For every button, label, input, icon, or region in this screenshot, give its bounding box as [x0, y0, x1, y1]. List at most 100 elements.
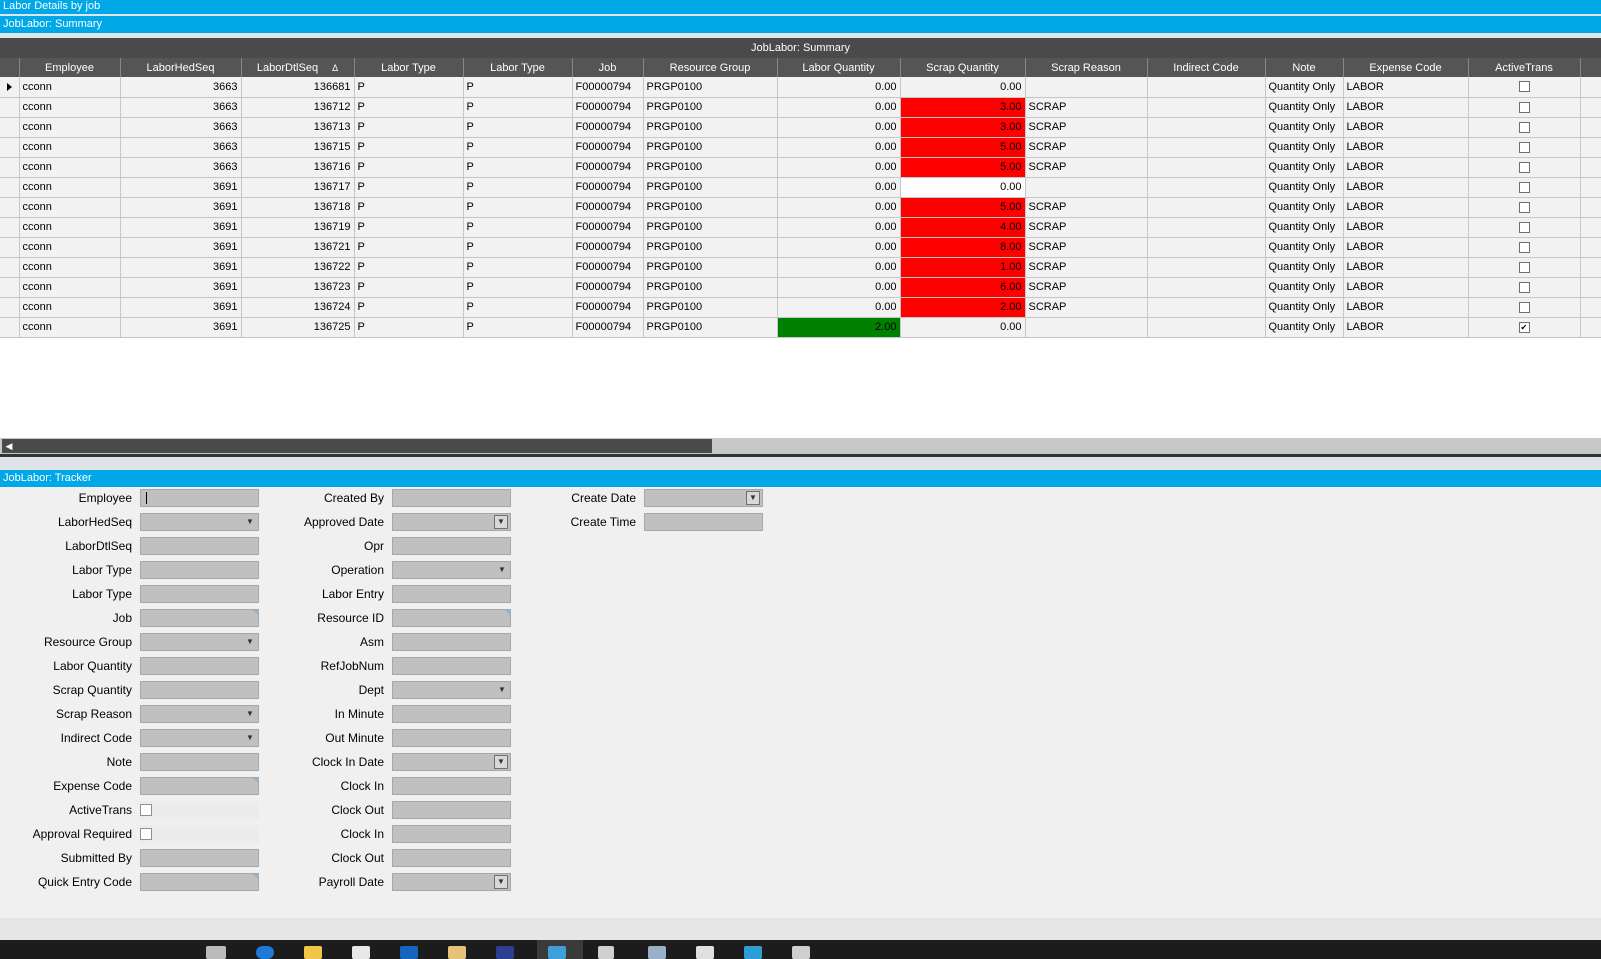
- cell-active-trans[interactable]: [1468, 197, 1581, 218]
- active-trans-checkbox[interactable]: ✔: [1518, 321, 1530, 333]
- cell-scrap-reason[interactable]: SCRAP: [1025, 137, 1148, 158]
- table-row[interactable]: cconn 3663 136716 P P F00000794 PRGP0100 0.00 5.…: [0, 157, 1601, 178]
- cell-job[interactable]: F00000794: [572, 97, 644, 118]
- cell-labor-qty[interactable]: 0.00: [777, 77, 901, 98]
- cell-active-trans[interactable]: ✔: [1468, 317, 1581, 338]
- cell-hedseq[interactable]: 3663: [120, 137, 242, 158]
- cell-labor-type1[interactable]: P: [354, 77, 464, 98]
- cell-scrap-qty[interactable]: 0.00: [900, 317, 1026, 338]
- cell-expense-code[interactable]: LABOR: [1343, 257, 1469, 278]
- field-dropdown[interactable]: ▼: [140, 513, 259, 531]
- cell-dtlseq[interactable]: 136712: [241, 97, 355, 118]
- cell-indirect-code[interactable]: [1147, 297, 1266, 318]
- cell-hedseq[interactable]: 3691: [120, 217, 242, 238]
- dropdown-arrow-icon[interactable]: ▼: [494, 875, 508, 889]
- cell-hedseq[interactable]: 3663: [120, 157, 242, 178]
- cell-dtlseq[interactable]: 136716: [241, 157, 355, 178]
- cell-note[interactable]: Quantity Only: [1265, 257, 1344, 278]
- scroll-left-icon[interactable]: ◀: [2, 438, 16, 454]
- cell-scrap-qty[interactable]: 3.00: [900, 117, 1026, 138]
- cell-scrap-qty[interactable]: 4.00: [900, 217, 1026, 238]
- cell-labor-qty[interactable]: 0.00: [777, 177, 901, 198]
- field-input[interactable]: [392, 705, 511, 723]
- active-trans-checkbox[interactable]: [1518, 81, 1530, 93]
- field-input[interactable]: [392, 825, 511, 843]
- cell-note[interactable]: Quantity Only: [1265, 157, 1344, 178]
- cell-scrap-qty[interactable]: 8.00: [900, 237, 1026, 258]
- field-input[interactable]: [140, 537, 259, 555]
- cell-indirect-code[interactable]: [1147, 157, 1266, 178]
- cell-active-trans[interactable]: [1468, 297, 1581, 318]
- cell-note[interactable]: Quantity Only: [1265, 97, 1344, 118]
- cell-labor-type1[interactable]: P: [354, 177, 464, 198]
- cell-expense-code[interactable]: LABOR: [1343, 297, 1469, 318]
- column-header[interactable]: Labor Type: [354, 58, 464, 77]
- column-header[interactable]: Employee: [19, 58, 121, 77]
- cell-dtlseq[interactable]: 136717: [241, 177, 355, 198]
- cell-indirect-code[interactable]: [1147, 217, 1266, 238]
- field-checkbox[interactable]: [140, 804, 152, 816]
- cell-resource-group[interactable]: PRGP0100: [643, 297, 778, 318]
- cell-scrap-reason[interactable]: SCRAP: [1025, 97, 1148, 118]
- cell-labor-type2[interactable]: P: [463, 297, 573, 318]
- active-trans-checkbox[interactable]: [1518, 201, 1530, 213]
- row-selector[interactable]: [0, 237, 20, 258]
- cell-labor-qty[interactable]: 0.00: [777, 137, 901, 158]
- cell-indirect-code[interactable]: [1147, 257, 1266, 278]
- field-input[interactable]: [392, 609, 511, 627]
- field-dropdown[interactable]: ▼: [392, 513, 511, 531]
- cell-hedseq[interactable]: 3691: [120, 197, 242, 218]
- table-row[interactable]: cconn 3663 136712 P P F00000794 PRGP0100 0.00 3.…: [0, 97, 1601, 118]
- row-selector[interactable]: [0, 77, 20, 98]
- cell-resource-group[interactable]: PRGP0100: [643, 177, 778, 198]
- cell-labor-qty[interactable]: 0.00: [777, 217, 901, 238]
- cell-employee[interactable]: cconn: [19, 257, 121, 278]
- dropdown-arrow-icon[interactable]: ▼: [244, 514, 256, 530]
- table-row[interactable]: cconn 3663 136715 P P F00000794 PRGP0100 0.00 5.…: [0, 137, 1601, 158]
- row-selector[interactable]: [0, 297, 20, 318]
- field-input[interactable]: [392, 801, 511, 819]
- cell-job[interactable]: F00000794: [572, 257, 644, 278]
- cell-indirect-code[interactable]: [1147, 97, 1266, 118]
- cell-expense-code[interactable]: LABOR: [1343, 197, 1469, 218]
- column-header[interactable]: Resource Group: [643, 58, 778, 77]
- cell-dtlseq[interactable]: 136715: [241, 137, 355, 158]
- cell-job[interactable]: F00000794: [572, 137, 644, 158]
- row-selector[interactable]: [0, 97, 20, 118]
- cell-employee[interactable]: cconn: [19, 157, 121, 178]
- taskbar-app-icon[interactable]: [548, 946, 566, 959]
- cell-active-trans[interactable]: [1468, 177, 1581, 198]
- dropdown-arrow-icon[interactable]: ▼: [244, 706, 256, 722]
- cell-active-trans[interactable]: [1468, 157, 1581, 178]
- cell-job[interactable]: F00000794: [572, 277, 644, 298]
- taskbar-app-icon[interactable]: [598, 946, 614, 959]
- cell-labor-qty[interactable]: 0.00: [777, 197, 901, 218]
- cell-expense-code[interactable]: LABOR: [1343, 77, 1469, 98]
- cell-dtlseq[interactable]: 136721: [241, 237, 355, 258]
- cell-labor-type1[interactable]: P: [354, 317, 464, 338]
- cell-resource-group[interactable]: PRGP0100: [643, 77, 778, 98]
- field-input[interactable]: [392, 729, 511, 747]
- column-header[interactable]: Job: [572, 58, 644, 77]
- column-header[interactable]: Expense Code: [1343, 58, 1469, 77]
- cell-expense-code[interactable]: LABOR: [1343, 217, 1469, 238]
- column-header[interactable]: LaborDtlSeq Δ: [241, 58, 355, 77]
- cell-note[interactable]: Quantity Only: [1265, 137, 1344, 158]
- cell-note[interactable]: Quantity Only: [1265, 77, 1344, 98]
- cell-expense-code[interactable]: LABOR: [1343, 117, 1469, 138]
- cell-scrap-reason[interactable]: SCRAP: [1025, 237, 1148, 258]
- row-selector[interactable]: [0, 117, 20, 138]
- horizontal-scrollbar[interactable]: ◀: [0, 438, 1601, 454]
- active-trans-checkbox[interactable]: [1518, 261, 1530, 273]
- cell-note[interactable]: Quantity Only: [1265, 297, 1344, 318]
- cell-job[interactable]: F00000794: [572, 317, 644, 338]
- cell-labor-qty[interactable]: 0.00: [777, 277, 901, 298]
- taskbar-app-icon[interactable]: [206, 946, 226, 959]
- column-header[interactable]: LaborHedSeq: [120, 58, 242, 77]
- cell-labor-qty[interactable]: 0.00: [777, 297, 901, 318]
- cell-hedseq[interactable]: 3663: [120, 117, 242, 138]
- cell-labor-type1[interactable]: P: [354, 97, 464, 118]
- field-input[interactable]: [644, 513, 763, 531]
- cell-resource-group[interactable]: PRGP0100: [643, 277, 778, 298]
- cell-resource-group[interactable]: PRGP0100: [643, 157, 778, 178]
